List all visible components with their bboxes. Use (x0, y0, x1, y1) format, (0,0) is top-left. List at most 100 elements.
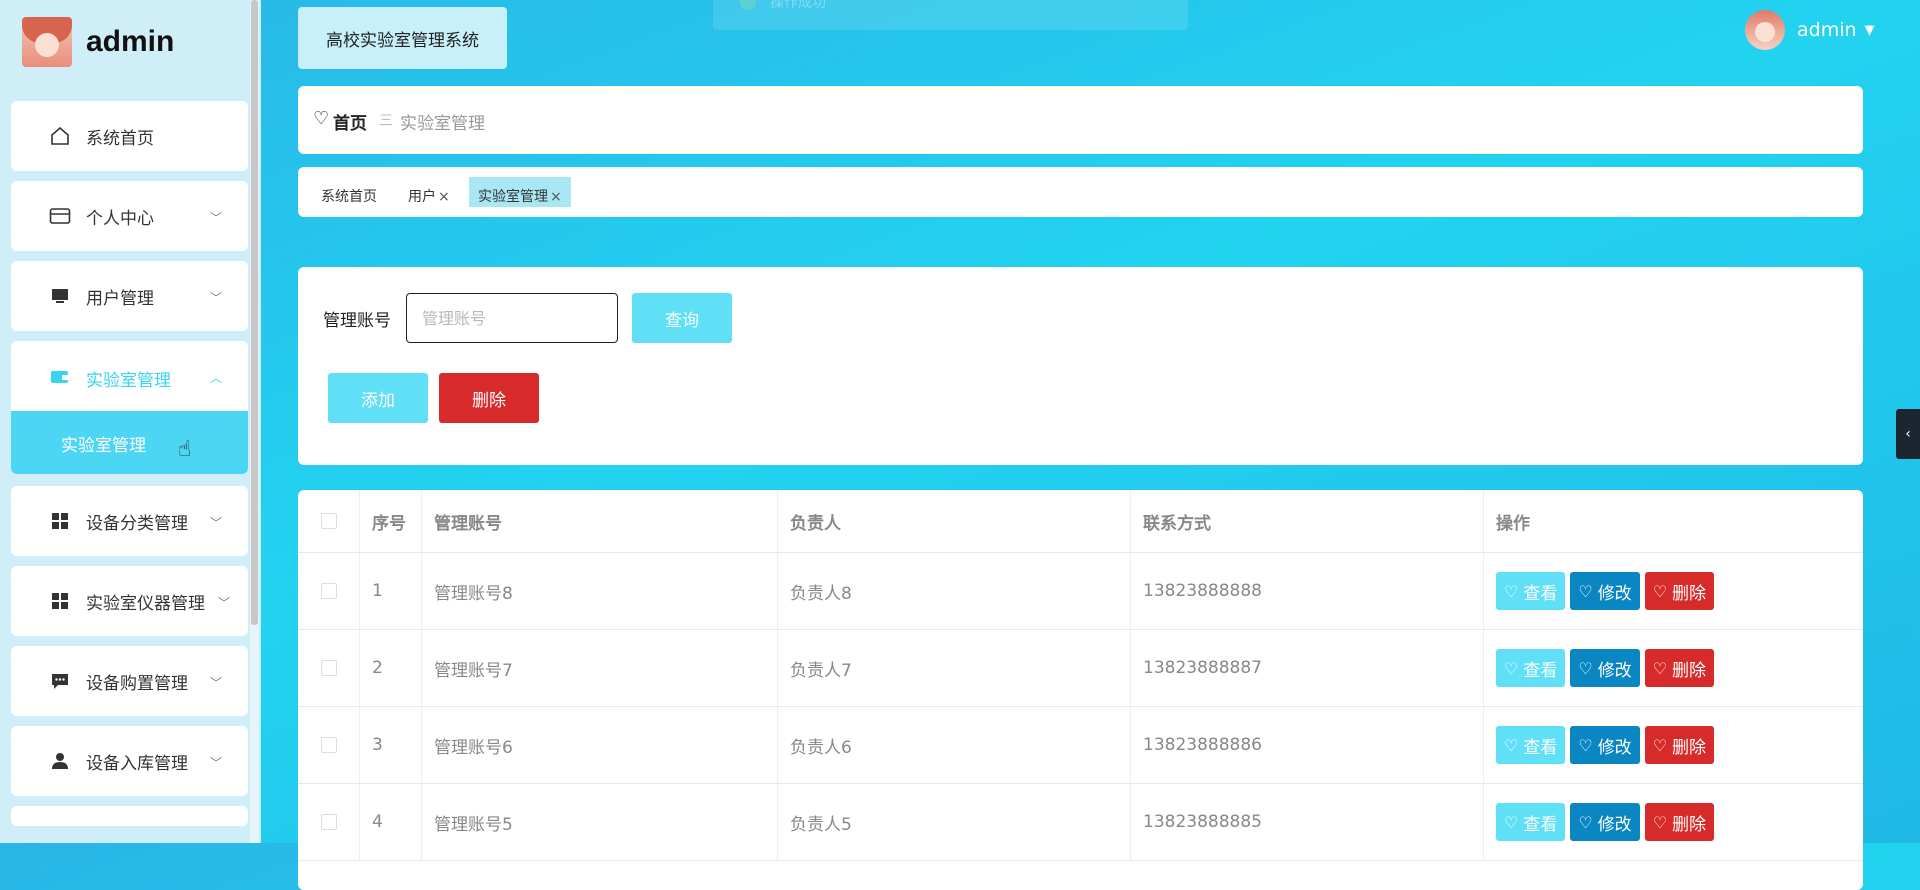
heart-icon: ♡ (1578, 812, 1593, 832)
wallet-icon (51, 371, 69, 383)
brand-name: admin (86, 25, 175, 58)
cell-owner: 负责人8 (778, 553, 1131, 629)
sidebar-item-home[interactable]: 系统首页 (11, 101, 248, 171)
tag-home[interactable]: 系统首页 (321, 177, 377, 207)
column-header: 负责人 (778, 490, 1131, 552)
chevron-down-icon: ﹀ (209, 211, 222, 225)
delete-button[interactable]: ♡ 删除 (1644, 572, 1715, 610)
heart-icon: ♡ (1504, 581, 1519, 601)
heart-icon: ♡ (1504, 735, 1519, 755)
heart-icon: ♡ (1504, 658, 1519, 678)
brand: admin (22, 16, 174, 68)
chevron-left-icon[interactable]: ‹ (1896, 409, 1920, 459)
delete-button[interactable]: ♡ 删除 (1644, 803, 1715, 841)
search-input[interactable] (406, 293, 618, 343)
row-checkbox[interactable] (320, 814, 337, 830)
tags-view: 系统首页 用户 × 实验室管理 × (298, 167, 1863, 217)
user-menu[interactable]: admin ▼ (1745, 10, 1875, 50)
delete-button[interactable]: ♡ 删除 (1644, 726, 1715, 764)
view-button[interactable]: ♡ 查看 (1496, 803, 1566, 841)
edit-button[interactable]: ♡ 修改 (1570, 572, 1640, 610)
cell-phone: 13823888886 (1131, 707, 1484, 783)
search-panel: 管理账号 查询 添加 删除 (298, 267, 1863, 465)
tag-label: 系统首页 (321, 189, 377, 205)
batch-delete-button[interactable]: 删除 (439, 373, 539, 423)
sidebar-item-label: 实验室仪器管理 (86, 593, 205, 614)
column-header: 管理账号 (422, 490, 778, 552)
add-button[interactable]: 添加 (328, 373, 428, 423)
sidebar-item-label: 个人中心 (86, 208, 154, 229)
cell-account: 管理账号5 (422, 784, 778, 860)
column-header: 序号 (360, 490, 422, 552)
sidebar-item-users[interactable]: 用户管理 ﹀ (11, 261, 248, 331)
cell-account: 管理账号8 (422, 553, 778, 629)
home-icon (51, 127, 69, 145)
heart-icon: ♡ (1652, 735, 1668, 755)
tag-lab-management[interactable]: 实验室管理 × (469, 177, 571, 207)
chevron-down-icon: ﹀ (217, 596, 230, 610)
system-title: 高校实验室管理系统 (298, 7, 507, 69)
search-label: 管理账号 (323, 311, 391, 331)
close-icon[interactable]: × (438, 189, 450, 205)
chevron-down-icon: ﹀ (209, 291, 222, 305)
hand-cursor-icon: ☝ (178, 437, 192, 462)
select-all-checkbox[interactable] (320, 513, 337, 529)
edit-button[interactable]: ♡ 修改 (1570, 726, 1640, 764)
chevron-down-icon: ﹀ (209, 756, 222, 770)
sidebar-item-device-storage[interactable]: 设备入库管理 ﹀ (11, 726, 248, 796)
view-button[interactable]: ♡ 查看 (1496, 649, 1566, 687)
query-button[interactable]: 查询 (632, 293, 732, 343)
column-header: 联系方式 (1131, 490, 1484, 552)
sidebar-scrollbar[interactable] (250, 0, 259, 843)
sidebar-subitem-lab[interactable]: 实验室管理 (11, 411, 248, 474)
cell-owner: 负责人5 (778, 784, 1131, 860)
cell-owner: 负责人6 (778, 707, 1131, 783)
monitor-icon (52, 289, 68, 303)
chevron-down-icon: ﹀ (209, 516, 222, 530)
heart-icon: ♡ (313, 108, 330, 129)
sidebar-item-device-purchase[interactable]: 设备购置管理 ﹀ (11, 646, 248, 716)
cell-index: 3 (360, 707, 422, 783)
cell-index: 1 (360, 553, 422, 629)
cell-phone: 13823888888 (1131, 553, 1484, 629)
breadcrumb-separator: 三 (379, 113, 393, 129)
sidebar-item-device-category[interactable]: 设备分类管理 ﹀ (11, 486, 248, 556)
table-row: 4 管理账号5 负责人5 13823888885 ♡ 查看 ♡ 修改 ♡ 删除 (298, 784, 1863, 861)
avatar (1745, 10, 1785, 50)
sidebar-scrollbar-thumb[interactable] (251, 0, 258, 625)
sidebar-item-profile[interactable]: 个人中心 ﹀ (11, 181, 248, 251)
view-button[interactable]: ♡ 查看 (1496, 726, 1566, 764)
heart-icon: ♡ (1578, 735, 1593, 755)
view-button[interactable]: ♡ 查看 (1496, 572, 1566, 610)
sidebar-item-label: 系统首页 (86, 128, 154, 149)
success-icon (740, 0, 756, 10)
brand-avatar (22, 17, 72, 67)
user-name: admin (1797, 19, 1857, 41)
toast-message: 操作成功 (713, 0, 1188, 30)
sidebar-item-label: 设备分类管理 (86, 513, 188, 534)
grid-icon (52, 513, 68, 529)
card-icon (49, 208, 71, 224)
sidebar-item-label: 实验室管理 (86, 371, 171, 391)
sidebar: admin 系统首页 个人中心 ﹀ 用户管理 ﹀ 实验室管理 ︿ 设备分类管理 … (0, 0, 261, 843)
row-checkbox[interactable] (320, 660, 337, 676)
table-row: 1 管理账号8 负责人8 13823888888 ♡ 查看 ♡ 修改 ♡ 删除 (298, 553, 1863, 630)
sidebar-item-lab-instrument[interactable]: 实验室仪器管理 ﹀ (11, 566, 248, 636)
row-checkbox[interactable] (320, 583, 337, 599)
breadcrumb-home[interactable]: 首页 (333, 109, 367, 134)
heart-icon: ♡ (1504, 812, 1519, 832)
edit-button[interactable]: ♡ 修改 (1570, 649, 1640, 687)
tag-user[interactable]: 用户 × (408, 177, 450, 207)
edit-button[interactable]: ♡ 修改 (1570, 803, 1640, 841)
sidebar-item-more[interactable] (11, 806, 248, 826)
delete-button[interactable]: ♡ 删除 (1644, 649, 1715, 687)
cell-phone: 13823888887 (1131, 630, 1484, 706)
tag-label: 实验室管理 (478, 189, 548, 205)
row-checkbox[interactable] (320, 737, 337, 753)
heart-icon: ♡ (1578, 581, 1593, 601)
cell-index: 2 (360, 630, 422, 706)
cell-account: 管理账号6 (422, 707, 778, 783)
close-icon[interactable]: × (550, 189, 562, 205)
sidebar-item-label: 用户管理 (86, 288, 154, 309)
sidebar-subitem-label: 实验室管理 (61, 436, 146, 456)
